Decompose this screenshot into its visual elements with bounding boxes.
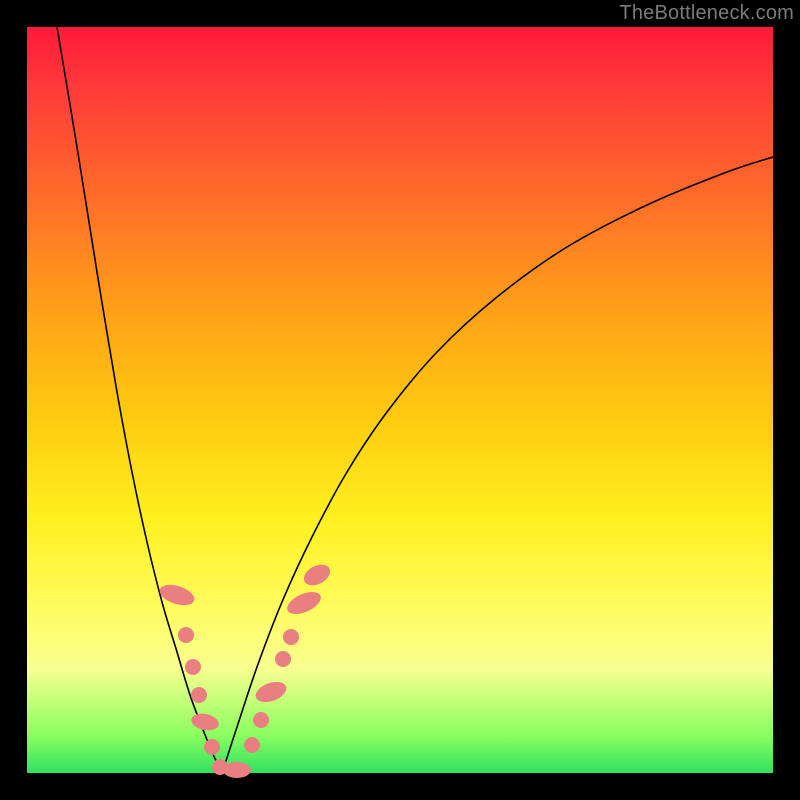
curve-marker <box>253 712 269 728</box>
curve-marker <box>275 651 291 667</box>
curve-marker <box>283 629 299 645</box>
curve-right-branch <box>222 157 773 773</box>
marker-group <box>157 560 333 778</box>
curve-marker <box>223 762 251 778</box>
watermark-text: TheBottleneck.com <box>619 2 794 25</box>
curve-marker <box>244 737 260 753</box>
bottleneck-curve-svg <box>27 27 773 773</box>
curve-marker <box>204 739 220 755</box>
curve-marker <box>300 560 333 589</box>
curve-marker <box>178 627 194 643</box>
curve-marker <box>253 678 289 706</box>
curve-marker <box>284 587 324 618</box>
curve-marker <box>190 711 221 732</box>
chart-frame <box>27 27 773 773</box>
curve-marker <box>185 659 201 675</box>
curve-marker <box>191 687 207 703</box>
